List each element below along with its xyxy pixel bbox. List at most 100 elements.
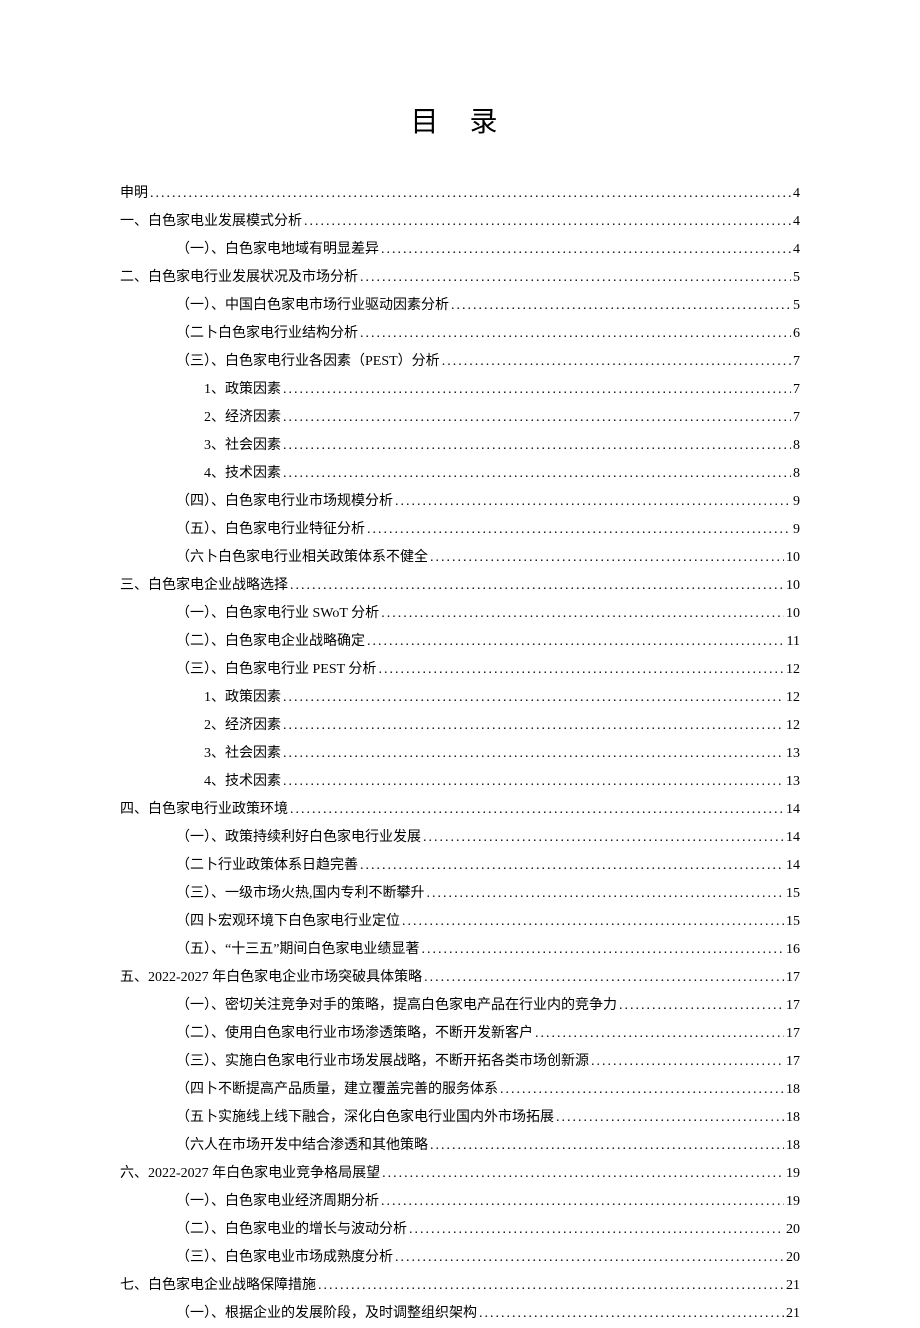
toc-dot-leader <box>283 432 791 460</box>
toc-entry-label: （三）、实施白色家电行业市场发展战略，不断开拓各类市场创新源 <box>176 1048 589 1076</box>
toc-entry[interactable]: 五、2022-2027 年白色家电企业市场突破具体策略 17 <box>120 964 800 992</box>
toc-entry[interactable]: （六卜白色家电行业相关政策体系不健全 10 <box>120 544 800 572</box>
toc-entry-page: 13 <box>786 740 800 768</box>
toc-entry-label: （二卜白色家电行业结构分析 <box>176 320 358 348</box>
toc-entry[interactable]: 4、技术因素 8 <box>120 460 800 488</box>
toc-entry-page: 19 <box>786 1160 800 1188</box>
toc-dot-leader <box>421 936 784 964</box>
toc-entry-page: 7 <box>793 376 800 404</box>
toc-entry-page: 17 <box>786 964 800 992</box>
toc-entry-label: （二）、白色家电业的增长与波动分析 <box>176 1216 407 1244</box>
toc-entry[interactable]: （四卜不断提高产品质量，建立覆盖完善的服务体系18 <box>120 1076 800 1104</box>
toc-dot-leader <box>318 1272 784 1300</box>
toc-entry[interactable]: （四）、白色家电行业市场规模分析9 <box>120 488 800 516</box>
toc-entry[interactable]: （四卜宏观环境下白色家电行业定位15 <box>120 908 800 936</box>
toc-entry-label: （六卜白色家电行业相关政策体系不健全 <box>176 544 428 572</box>
toc-entry[interactable]: （六人在市场开发中结合渗透和其他策略18 <box>120 1132 800 1160</box>
toc-entry[interactable]: （一）、中国白色家电市场行业驱动因素分析5 <box>120 292 800 320</box>
toc-dot-leader <box>395 488 791 516</box>
toc-entry[interactable]: （二卜白色家电行业结构分析6 <box>120 320 800 348</box>
toc-dot-leader <box>451 292 791 320</box>
toc-entry[interactable]: 2、经济因素 12 <box>120 712 800 740</box>
toc-dot-leader <box>479 1300 784 1328</box>
toc-entry-label: （四）、白色家电行业市场规模分析 <box>176 488 393 516</box>
toc-dot-leader <box>402 908 784 936</box>
toc-dot-leader <box>619 992 784 1020</box>
toc-entry[interactable]: 一、白色家电业发展模式分析4 <box>120 208 800 236</box>
toc-entry[interactable]: 六、2022-2027 年白色家电业竞争格局展望19 <box>120 1160 800 1188</box>
toc-entry[interactable]: 二、白色家电行业发展状况及市场分析5 <box>120 264 800 292</box>
toc-dot-leader <box>360 320 791 348</box>
toc-entry[interactable]: （二）、使用白色家电行业市场渗透策略，不断开发新客户17 <box>120 1020 800 1048</box>
toc-entry-page: 17 <box>786 992 800 1020</box>
toc-entry-label: （四卜不断提高产品质量，建立覆盖完善的服务体系 <box>176 1076 498 1104</box>
toc-entry-label: （二卜行业政策体系日趋完善 <box>176 852 358 880</box>
toc-dot-leader <box>395 1244 784 1272</box>
toc-dot-leader <box>367 516 791 544</box>
toc-entry-label: 2、经济因素 <box>204 712 281 740</box>
toc-entry[interactable]: （五）、“十三五”期间白色家电业绩显著16 <box>120 936 800 964</box>
toc-entry[interactable]: （五卜实施线上线下融合，深化白色家电行业国内外市场拓展18 <box>120 1104 800 1132</box>
toc-entry[interactable]: 七、白色家电企业战略保障措施21 <box>120 1272 800 1300</box>
toc-dot-leader <box>283 684 784 712</box>
toc-dot-leader <box>378 656 784 684</box>
toc-entry-page: 19 <box>786 1188 800 1216</box>
toc-entry-label: （一）、白色家电行业 SWoT 分析 <box>176 600 379 628</box>
toc-dot-leader <box>430 1132 784 1160</box>
toc-entry[interactable]: （二）、白色家电企业战略确定 11 <box>120 628 800 656</box>
toc-entry-page: 18 <box>786 1104 800 1132</box>
toc-entry[interactable]: 1、政策因素12 <box>120 684 800 712</box>
toc-entry[interactable]: 4、技术因素13 <box>120 768 800 796</box>
toc-dot-leader <box>290 796 784 824</box>
toc-entry-page: 8 <box>793 460 800 488</box>
toc-entry[interactable]: 3、社会因素 13 <box>120 740 800 768</box>
table-of-contents: 申明4一、白色家电业发展模式分析4（一）、白色家电地域有明显差异4二、白色家电行… <box>120 180 800 1328</box>
toc-entry[interactable]: （一）、白色家电业经济周期分析19 <box>120 1188 800 1216</box>
toc-entry[interactable]: 3、社会因素8 <box>120 432 800 460</box>
toc-entry-page: 21 <box>786 1300 800 1328</box>
toc-entry[interactable]: 四、白色家电行业政策环境14 <box>120 796 800 824</box>
toc-dot-leader <box>360 264 791 292</box>
toc-entry-page: 12 <box>786 712 800 740</box>
toc-entry-label: 3、社会因素 <box>204 740 281 768</box>
toc-dot-leader <box>427 880 785 908</box>
toc-entry[interactable]: （五）、白色家电行业特征分析9 <box>120 516 800 544</box>
toc-entry-page: 10 <box>786 544 800 572</box>
toc-dot-leader <box>409 1216 784 1244</box>
toc-entry[interactable]: （一）、根据企业的发展阶段，及时调整组织架构21 <box>120 1300 800 1328</box>
toc-entry[interactable]: （一）、密切关注竞争对手的策略，提高白色家电产品在行业内的竞争力17 <box>120 992 800 1020</box>
toc-dot-leader <box>424 964 784 992</box>
toc-dot-leader <box>150 180 791 208</box>
toc-entry[interactable]: （二）、白色家电业的增长与波动分析 20 <box>120 1216 800 1244</box>
toc-dot-leader <box>381 600 784 628</box>
toc-entry[interactable]: （三）、实施白色家电行业市场发展战略，不断开拓各类市场创新源17 <box>120 1048 800 1076</box>
toc-entry[interactable]: （三）、白色家电行业各因素（PEST）分析 7 <box>120 348 800 376</box>
toc-entry[interactable]: （三）、白色家电业市场成熟度分析20 <box>120 1244 800 1272</box>
toc-entry[interactable]: 三、白色家电企业战略选择10 <box>120 572 800 600</box>
toc-entry[interactable]: 2、经济因素7 <box>120 404 800 432</box>
toc-entry-page: 20 <box>786 1216 800 1244</box>
toc-dot-leader <box>430 544 784 572</box>
toc-entry-page: 13 <box>786 768 800 796</box>
toc-dot-leader <box>381 1188 784 1216</box>
toc-entry[interactable]: （一）、白色家电地域有明显差异4 <box>120 236 800 264</box>
toc-entry-page: 14 <box>786 824 800 852</box>
toc-entry-page: 11 <box>787 628 800 656</box>
toc-entry[interactable]: 申明4 <box>120 180 800 208</box>
toc-entry[interactable]: （一）、政策持续利好白色家电行业发展14 <box>120 824 800 852</box>
toc-entry-label: 2、经济因素 <box>204 404 281 432</box>
toc-entry-label: 4、技术因素 <box>204 460 281 488</box>
toc-entry[interactable]: （二卜行业政策体系日趋完善14 <box>120 852 800 880</box>
toc-entry-label: （六人在市场开发中结合渗透和其他策略 <box>176 1132 428 1160</box>
toc-entry[interactable]: 1、政策因素7 <box>120 376 800 404</box>
toc-entry-label: （二）、白色家电企业战略确定 <box>176 628 365 656</box>
toc-entry-label: 四、白色家电行业政策环境 <box>120 796 288 824</box>
toc-entry[interactable]: （三）、白色家电行业 PEST 分析12 <box>120 656 800 684</box>
toc-entry-page: 16 <box>786 936 800 964</box>
toc-entry[interactable]: （三）、一级市场火热,国内专利不断攀升15 <box>120 880 800 908</box>
toc-dot-leader <box>535 1020 784 1048</box>
toc-entry-label: （三）、白色家电行业各因素（PEST）分析 <box>176 348 440 376</box>
toc-entry[interactable]: （一）、白色家电行业 SWoT 分析10 <box>120 600 800 628</box>
toc-entry-label: 五、2022-2027 年白色家电企业市场突破具体策略 <box>120 964 422 992</box>
toc-entry-page: 7 <box>793 348 800 376</box>
